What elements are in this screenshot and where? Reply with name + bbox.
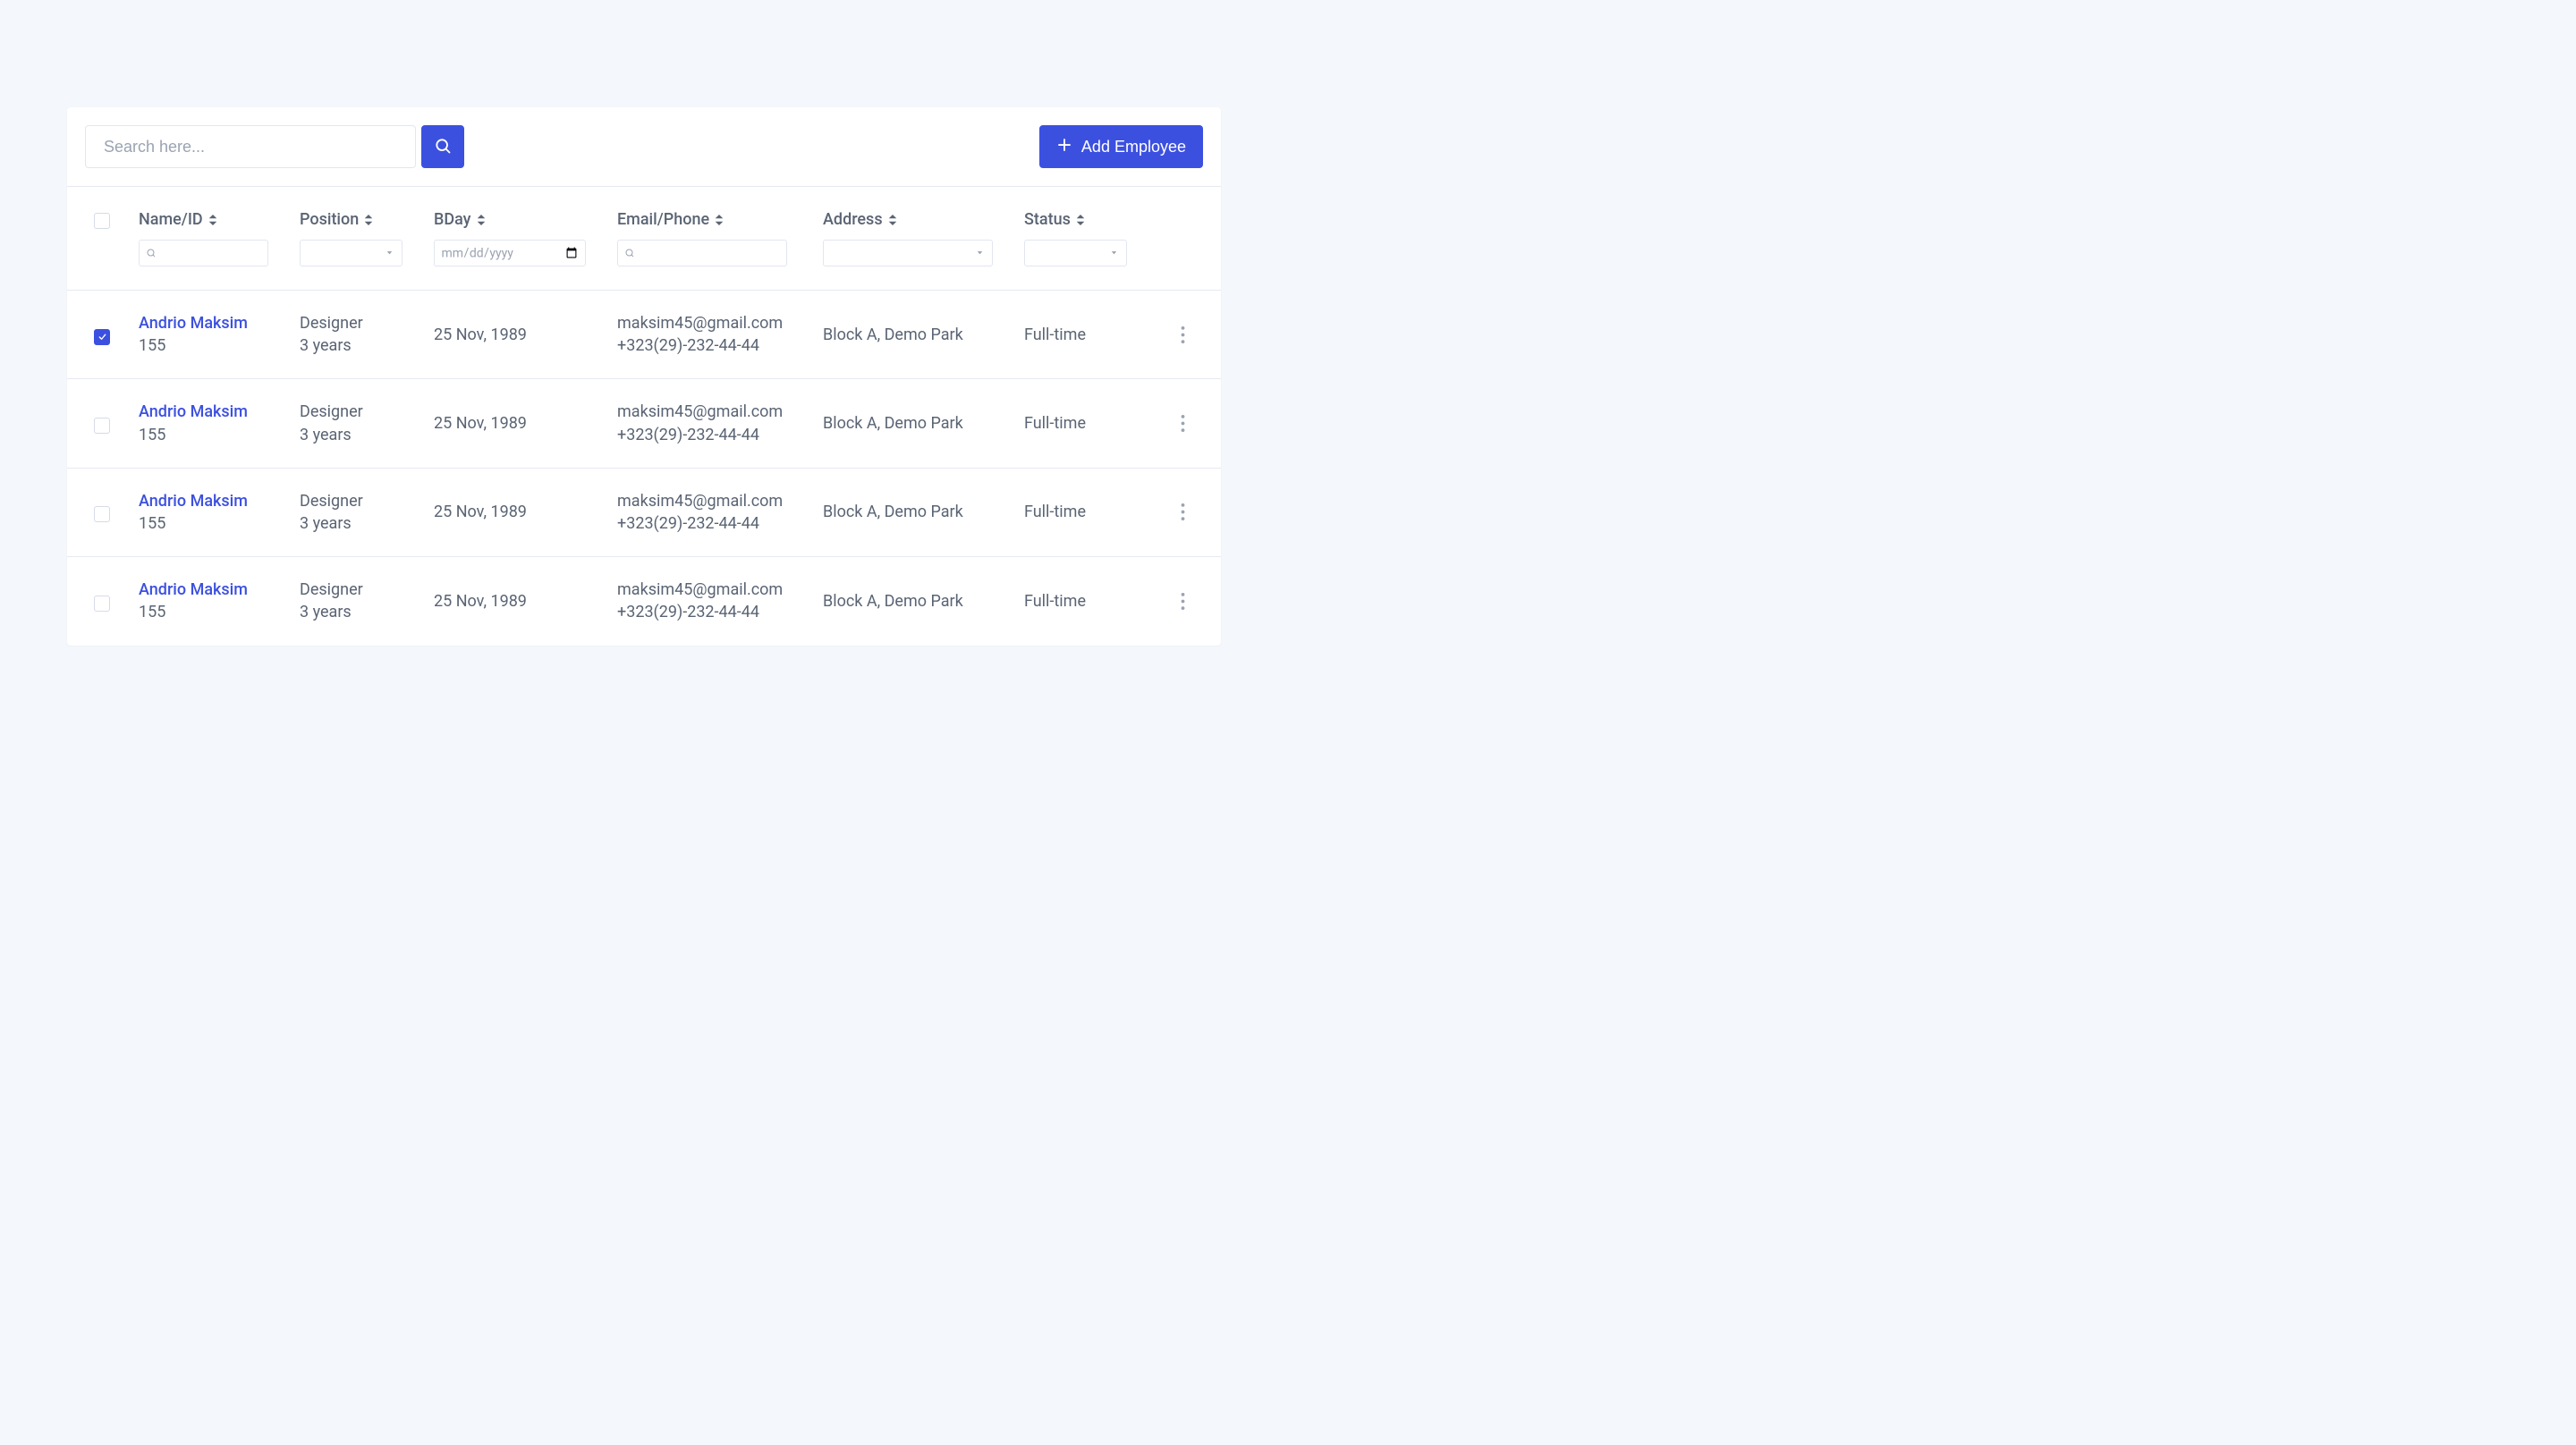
row-actions-button[interactable] bbox=[1176, 410, 1190, 436]
employee-email: maksim45@gmail.com bbox=[617, 401, 823, 423]
search-icon bbox=[624, 248, 635, 258]
column-header-position[interactable]: Position bbox=[300, 210, 434, 229]
add-employee-button[interactable]: Add Employee bbox=[1039, 125, 1203, 168]
toolbar: Add Employee bbox=[67, 107, 1221, 187]
employee-phone: +323(29)-232-44-44 bbox=[617, 512, 823, 535]
employee-position: Designer bbox=[300, 579, 434, 601]
search-icon bbox=[146, 248, 157, 258]
employee-status: Full-time bbox=[1024, 324, 1136, 346]
search-button[interactable] bbox=[421, 125, 464, 168]
caret-down-icon bbox=[975, 248, 985, 259]
employees-card: Add Employee Name/ID bbox=[67, 107, 1221, 646]
employee-experience: 3 years bbox=[300, 334, 434, 357]
employee-email: maksim45@gmail.com bbox=[617, 579, 823, 601]
employee-id: 155 bbox=[139, 424, 300, 446]
column-header-name[interactable]: Name/ID bbox=[139, 210, 300, 229]
sort-icon bbox=[364, 215, 373, 225]
column-header-status[interactable]: Status bbox=[1024, 210, 1136, 229]
row-checkbox[interactable] bbox=[94, 596, 110, 612]
sort-icon bbox=[477, 215, 486, 225]
select-all-checkbox[interactable] bbox=[94, 213, 110, 229]
employee-address: Block A, Demo Park bbox=[823, 324, 1024, 346]
employee-phone: +323(29)-232-44-44 bbox=[617, 601, 823, 623]
filter-address-select[interactable] bbox=[823, 240, 993, 266]
filter-name-input[interactable] bbox=[139, 240, 268, 266]
more-vertical-icon bbox=[1181, 415, 1185, 432]
column-header-status-label: Status bbox=[1024, 210, 1071, 229]
employees-table: Name/ID Position bbox=[67, 187, 1221, 646]
employee-id: 155 bbox=[139, 512, 300, 535]
sort-icon bbox=[208, 215, 217, 225]
column-header-address[interactable]: Address bbox=[823, 210, 1024, 229]
employee-experience: 3 years bbox=[300, 424, 434, 446]
filter-email-input[interactable] bbox=[617, 240, 787, 266]
search-input[interactable] bbox=[85, 125, 416, 168]
column-header-bday[interactable]: BDay bbox=[434, 210, 617, 229]
column-header-email[interactable]: Email/Phone bbox=[617, 210, 823, 229]
employee-name-link[interactable]: Andrio Maksim bbox=[139, 490, 300, 512]
column-header-email-label: Email/Phone bbox=[617, 210, 709, 229]
row-actions-button[interactable] bbox=[1176, 588, 1190, 614]
employee-bday: 25 Nov, 1989 bbox=[434, 590, 617, 613]
filter-bday-date[interactable] bbox=[434, 240, 586, 266]
row-actions-button[interactable] bbox=[1176, 499, 1190, 525]
caret-down-icon bbox=[385, 248, 394, 259]
employee-bday: 25 Nov, 1989 bbox=[434, 501, 617, 523]
column-header-name-label: Name/ID bbox=[139, 210, 203, 229]
employee-position: Designer bbox=[300, 490, 434, 512]
employee-position: Designer bbox=[300, 401, 434, 423]
employee-status: Full-time bbox=[1024, 501, 1136, 523]
table-row: Andrio Maksim 155 Designer 3 years 25 No… bbox=[67, 556, 1221, 645]
filter-position-select[interactable] bbox=[300, 240, 402, 266]
row-actions-button[interactable] bbox=[1176, 322, 1190, 348]
row-checkbox[interactable] bbox=[94, 329, 110, 345]
caret-down-icon bbox=[1109, 248, 1119, 259]
more-vertical-icon bbox=[1181, 503, 1185, 520]
employee-phone: +323(29)-232-44-44 bbox=[617, 424, 823, 446]
employee-experience: 3 years bbox=[300, 601, 434, 623]
plus-icon bbox=[1056, 137, 1072, 157]
add-employee-label: Add Employee bbox=[1081, 138, 1186, 156]
employee-experience: 3 years bbox=[300, 512, 434, 535]
sort-icon bbox=[888, 215, 897, 225]
row-checkbox[interactable] bbox=[94, 506, 110, 522]
employee-name-link[interactable]: Andrio Maksim bbox=[139, 401, 300, 423]
employee-address: Block A, Demo Park bbox=[823, 412, 1024, 435]
employee-address: Block A, Demo Park bbox=[823, 501, 1024, 523]
column-header-position-label: Position bbox=[300, 210, 359, 229]
employee-status: Full-time bbox=[1024, 590, 1136, 613]
filter-status-select[interactable] bbox=[1024, 240, 1127, 266]
employee-address: Block A, Demo Park bbox=[823, 590, 1024, 613]
table-row: Andrio Maksim 155 Designer 3 years 25 No… bbox=[67, 378, 1221, 467]
table-header-row: Name/ID Position bbox=[67, 187, 1221, 290]
employee-id: 155 bbox=[139, 334, 300, 357]
employee-name-link[interactable]: Andrio Maksim bbox=[139, 579, 300, 601]
more-vertical-icon bbox=[1181, 326, 1185, 343]
employee-bday: 25 Nov, 1989 bbox=[434, 412, 617, 435]
table-row: Andrio Maksim 155 Designer 3 years 25 No… bbox=[67, 468, 1221, 556]
table-row: Andrio Maksim 155 Designer 3 years 25 No… bbox=[67, 290, 1221, 378]
more-vertical-icon bbox=[1181, 593, 1185, 610]
sort-icon bbox=[1076, 215, 1085, 225]
employee-email: maksim45@gmail.com bbox=[617, 490, 823, 512]
employee-status: Full-time bbox=[1024, 412, 1136, 435]
sort-icon bbox=[715, 215, 724, 225]
employee-position: Designer bbox=[300, 312, 434, 334]
search-icon bbox=[434, 137, 452, 156]
row-checkbox[interactable] bbox=[94, 418, 110, 434]
employee-id: 155 bbox=[139, 601, 300, 623]
employee-phone: +323(29)-232-44-44 bbox=[617, 334, 823, 357]
employee-bday: 25 Nov, 1989 bbox=[434, 324, 617, 346]
employee-email: maksim45@gmail.com bbox=[617, 312, 823, 334]
column-header-address-label: Address bbox=[823, 210, 883, 229]
column-header-bday-label: BDay bbox=[434, 210, 471, 229]
search-wrap bbox=[85, 125, 464, 168]
employee-name-link[interactable]: Andrio Maksim bbox=[139, 312, 300, 334]
